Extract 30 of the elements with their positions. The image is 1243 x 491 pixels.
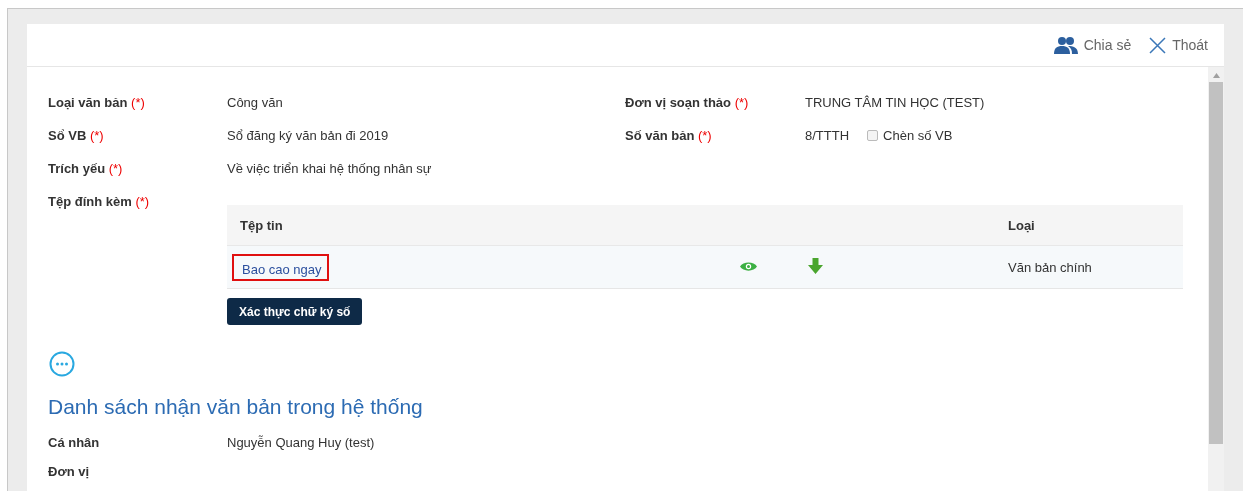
field-value: Nguyễn Quang Huy (test) bbox=[227, 435, 376, 452]
field-value: 8/TTTH bbox=[805, 128, 850, 143]
table-cell-text: Văn bản chính bbox=[1008, 259, 1093, 275]
field-value: Công văn bbox=[227, 95, 284, 112]
close-icon bbox=[1149, 36, 1167, 54]
file-link[interactable]: Bao cao ngay bbox=[232, 253, 329, 281]
field-label: Trích yếu (*) bbox=[48, 161, 124, 178]
column-header: Tệp tin bbox=[239, 217, 284, 233]
field-label: Loại văn bản (*) bbox=[48, 95, 146, 112]
field-value: Sổ đăng ký văn bản đi 2019 bbox=[227, 128, 390, 145]
field-label: Đơn vị bbox=[48, 464, 91, 481]
field-label: Đơn vị soạn thảo (*) bbox=[625, 95, 750, 112]
field-label: Số văn bản (*) bbox=[625, 128, 713, 145]
scrollbar-thumb[interactable] bbox=[1209, 82, 1223, 444]
download-icon[interactable] bbox=[808, 257, 823, 274]
checkbox[interactable]: Chèn số VB bbox=[867, 128, 953, 143]
field-label: Cá nhân bbox=[48, 435, 101, 452]
field-label: Sổ VB (*) bbox=[48, 128, 105, 145]
eye-icon[interactable] bbox=[740, 260, 757, 272]
scroll-up-icon[interactable] bbox=[1212, 73, 1220, 78]
verify-signature-button[interactable]: Xác thực chữ ký số bbox=[227, 298, 363, 325]
column-header: Loại bbox=[1008, 217, 1036, 233]
share-button[interactable]: Chia sẻ bbox=[1053, 36, 1132, 54]
more-icon[interactable] bbox=[49, 351, 75, 377]
section-title: Danh sách nhận văn bản trong hệ thống bbox=[48, 395, 424, 419]
field-value: TRUNG TÂM TIN HỌC (TEST) bbox=[805, 95, 985, 112]
field-label: Tệp đính kèm (*) bbox=[48, 194, 151, 211]
field-value: Về việc triển khai hệ thống nhân sự bbox=[227, 161, 433, 178]
users-icon bbox=[1053, 36, 1078, 54]
exit-button[interactable]: Thoát bbox=[1149, 36, 1208, 54]
